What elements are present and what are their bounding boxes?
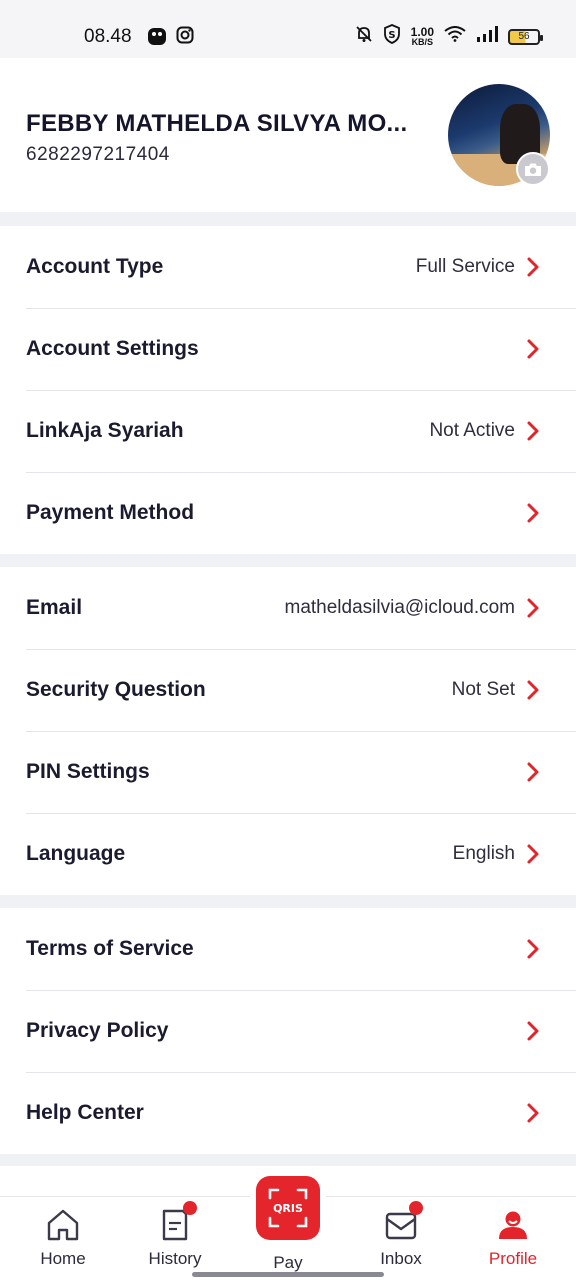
terms-of-service-row[interactable]: Terms of Service <box>0 908 576 990</box>
svg-text:S: S <box>388 30 395 41</box>
chevron-right-icon <box>527 939 539 959</box>
nav-history[interactable]: History <box>125 1201 225 1269</box>
notification-dot <box>183 1201 197 1215</box>
nav-pay-label-wrap: Pay <box>238 1253 338 1273</box>
pin-settings-row[interactable]: PIN Settings <box>0 731 576 813</box>
row-label: Email <box>26 596 83 619</box>
signal-icon <box>476 26 498 47</box>
nav-profile[interactable]: Profile <box>463 1205 563 1269</box>
row-label: Terms of Service <box>26 937 194 960</box>
row-label: PIN Settings <box>26 760 150 783</box>
row-value: Not Active <box>429 420 515 441</box>
row-value: matheldasilvia@icloud.com <box>284 597 516 618</box>
chevron-right-icon <box>527 1103 539 1123</box>
vpn-shield-icon: S <box>383 24 401 49</box>
app-notification-icon <box>147 26 167 46</box>
row-label: LinkAja Syariah <box>26 419 184 442</box>
qris-logo-text: QRIS <box>273 1202 303 1215</box>
camera-icon[interactable] <box>516 152 550 186</box>
linkaja-syariah-row[interactable]: LinkAja Syariah Not Active <box>0 390 576 472</box>
home-icon <box>43 1205 83 1245</box>
nav-inbox[interactable]: Inbox <box>351 1201 451 1269</box>
chevron-right-icon <box>527 844 539 864</box>
account-type-row[interactable]: Account Type Full Service <box>0 226 576 308</box>
network-speed: 1.00 KB/S <box>410 25 434 47</box>
profile-header: FEBBY MATHELDA SILVYA MO... 628229721740… <box>0 58 576 212</box>
inbox-icon <box>381 1201 423 1245</box>
notification-dot <box>409 1201 423 1215</box>
status-bar: 08.48 S 1.00 KB/S 56 <box>0 0 576 58</box>
nav-inbox-label: Inbox <box>380 1249 422 1268</box>
nav-history-label: History <box>148 1249 202 1268</box>
wifi-icon <box>444 26 466 47</box>
chevron-right-icon <box>527 503 539 523</box>
row-label: Privacy Policy <box>26 1019 169 1042</box>
chevron-right-icon <box>527 421 539 441</box>
chevron-right-icon <box>527 257 539 277</box>
row-label: Payment Method <box>26 501 195 524</box>
row-value: English <box>452 843 515 864</box>
row-value: Full Service <box>415 256 515 277</box>
chevron-right-icon <box>527 339 539 359</box>
pay-qris-button[interactable]: QRIS <box>250 1170 326 1246</box>
profile-name: FEBBY MATHELDA SILVYA MO... <box>26 110 408 137</box>
account-settings-row[interactable]: Account Settings <box>0 308 576 390</box>
language-row[interactable]: Language English <box>0 813 576 895</box>
profile-icon <box>493 1205 533 1245</box>
row-label: Account Settings <box>26 337 199 360</box>
row-label: Account Type <box>26 255 164 278</box>
home-indicator <box>192 1272 384 1277</box>
row-label: Help Center <box>26 1101 144 1124</box>
email-row[interactable]: Email matheldasilvia@icloud.com <box>0 567 576 649</box>
account-section: Account Type Full Service Account Settin… <box>0 226 576 554</box>
nav-pay-label: Pay <box>273 1253 303 1272</box>
mute-icon <box>355 25 373 48</box>
profile-phone: 6282297217404 <box>26 144 170 165</box>
chevron-right-icon <box>527 680 539 700</box>
chevron-right-icon <box>527 762 539 782</box>
payment-method-row[interactable]: Payment Method <box>0 472 576 554</box>
privacy-policy-row[interactable]: Privacy Policy <box>0 990 576 1072</box>
nav-home-label: Home <box>40 1249 86 1268</box>
chevron-right-icon <box>527 1021 539 1041</box>
instagram-icon <box>176 26 196 46</box>
status-time: 08.48 <box>84 26 132 47</box>
row-value: Not Set <box>451 679 515 700</box>
qris-scan-icon: QRIS <box>256 1176 320 1240</box>
info-section: Terms of Service Privacy Policy Help Cen… <box>0 908 576 1154</box>
history-icon <box>155 1201 197 1245</box>
nav-profile-label: Profile <box>488 1249 538 1268</box>
row-label: Security Question <box>26 678 206 701</box>
help-center-row[interactable]: Help Center <box>0 1072 576 1154</box>
nav-home[interactable]: Home <box>13 1205 113 1269</box>
chevron-right-icon <box>527 598 539 618</box>
row-label: Language <box>26 842 126 865</box>
security-question-row[interactable]: Security Question Not Set <box>0 649 576 731</box>
security-section: Email matheldasilvia@icloud.com Security… <box>0 567 576 895</box>
battery-icon: 56 <box>508 28 543 45</box>
